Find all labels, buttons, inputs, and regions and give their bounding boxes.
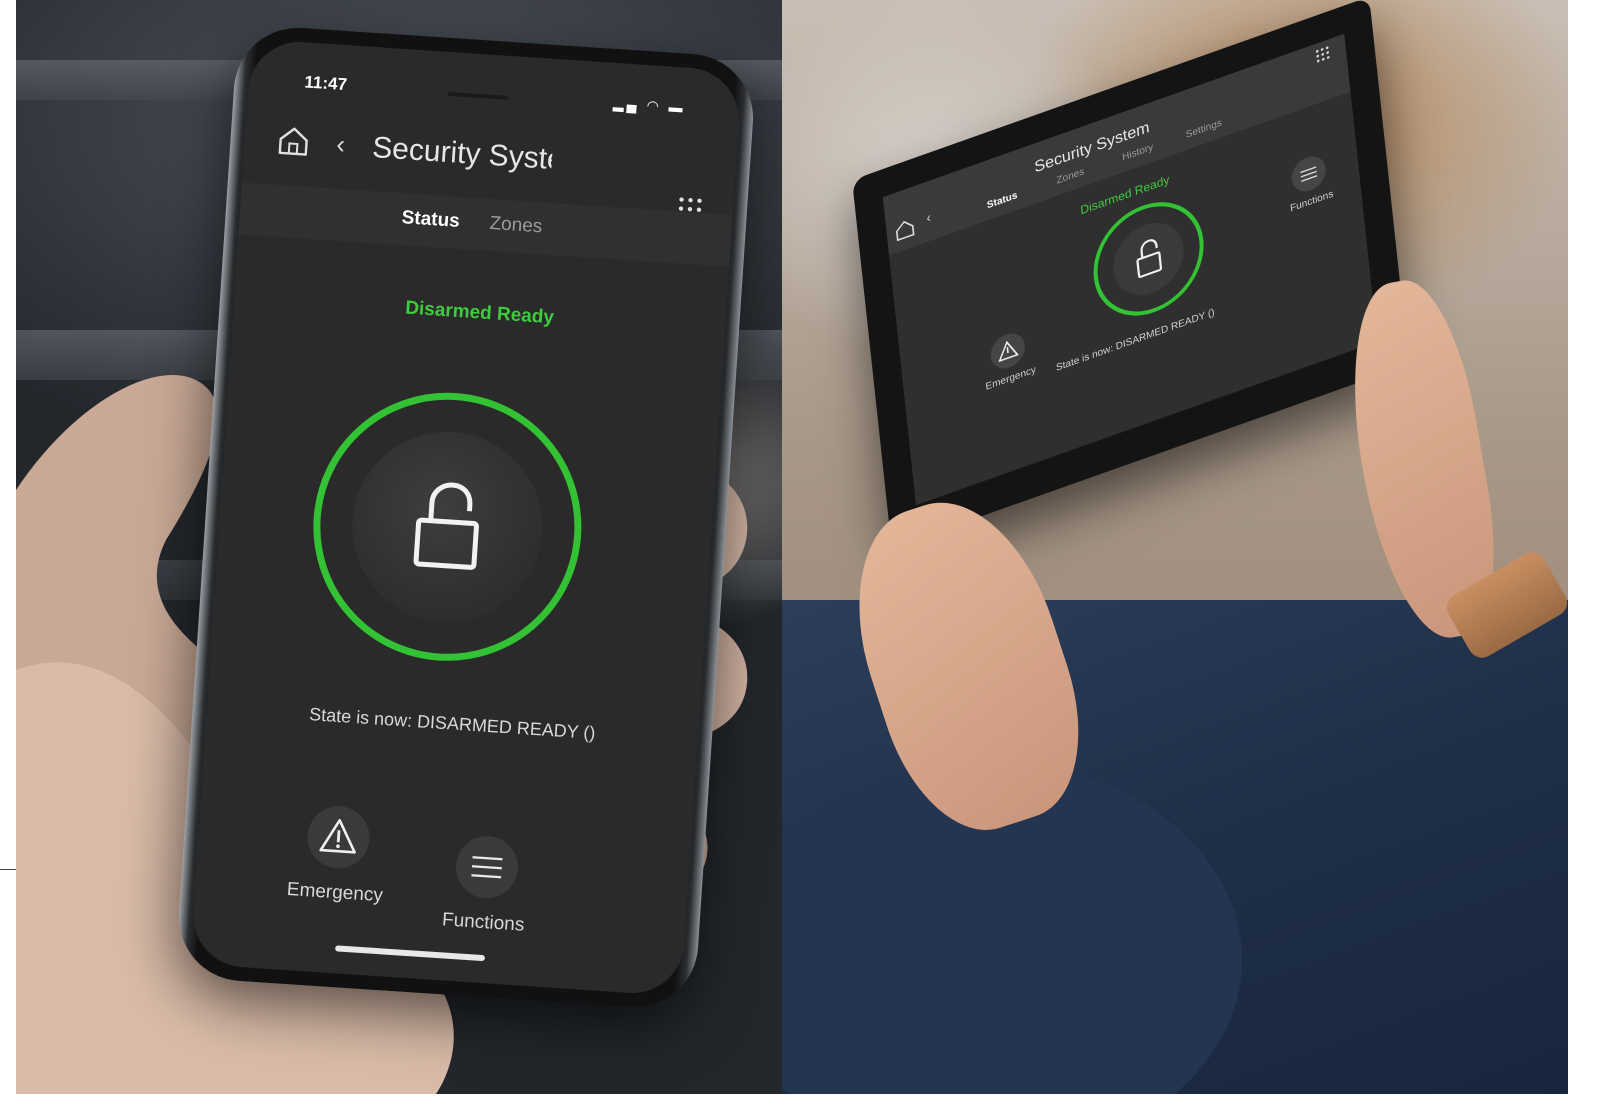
emergency-action[interactable]: Emergency [274,802,400,908]
emergency-label: Emergency [286,878,384,907]
right-photo-tablet: ‹ Security System Status Zones History S… [782,0,1568,1094]
emergency-button[interactable] [989,328,1027,374]
menu-lines-icon [471,856,503,879]
back-chevron-icon[interactable]: ‹ [335,129,347,161]
back-chevron-icon[interactable]: ‹ [925,209,931,226]
tab-zones[interactable]: Zones [489,213,543,238]
speaker-grille [447,91,509,100]
tab-history[interactable]: History [1122,142,1154,164]
functions-action[interactable]: Functions [1272,145,1347,219]
tab-status[interactable]: Status [401,207,460,233]
page-title: Security System [371,131,554,177]
status-time: 11:47 [303,72,348,95]
functions-button[interactable] [1290,151,1328,197]
state-message: State is now: DISARMED READY () [1055,307,1216,374]
arm-toggle-button[interactable] [1110,212,1188,306]
home-icon[interactable] [276,123,312,159]
arm-toggle-button[interactable] [346,425,549,628]
warning-triangle-icon [998,340,1019,363]
app-grid-icon[interactable] [1315,45,1330,63]
warning-triangle-icon [319,818,356,854]
emergency-action[interactable]: Emergency [971,322,1046,396]
unlocked-padlock-icon [1136,239,1163,278]
home-icon[interactable] [894,216,916,242]
unlocked-padlock-icon [413,482,479,570]
signal-wifi-battery-icon: ▂▄ ◠ ▬ [612,94,687,116]
menu-lines-icon [1300,166,1318,183]
tablet: ‹ Security System Status Zones History S… [852,0,1409,549]
left-photo-phone: 11:47 ▂▄ ◠ ▬ ‹ Security System Status Zo… [16,0,782,1094]
smartphone: 11:47 ▂▄ ◠ ▬ ‹ Security System Status Zo… [174,23,758,1012]
emergency-button[interactable] [305,804,372,871]
divider-line [0,869,16,870]
functions-label: Functions [441,909,526,936]
tab-zones[interactable]: Zones [1056,166,1085,186]
arm-toggle-ring[interactable] [304,384,590,670]
functions-action[interactable]: Functions [423,832,549,938]
tab-settings[interactable]: Settings [1185,117,1222,140]
tab-status[interactable]: Status [986,190,1018,211]
arm-state-label: Disarmed Ready [404,297,555,329]
state-message: State is now: DISARMED READY () [308,704,597,744]
phone-screen: 11:47 ▂▄ ◠ ▬ ‹ Security System Status Zo… [189,38,743,997]
functions-button[interactable] [453,834,520,901]
home-indicator[interactable] [334,945,486,962]
